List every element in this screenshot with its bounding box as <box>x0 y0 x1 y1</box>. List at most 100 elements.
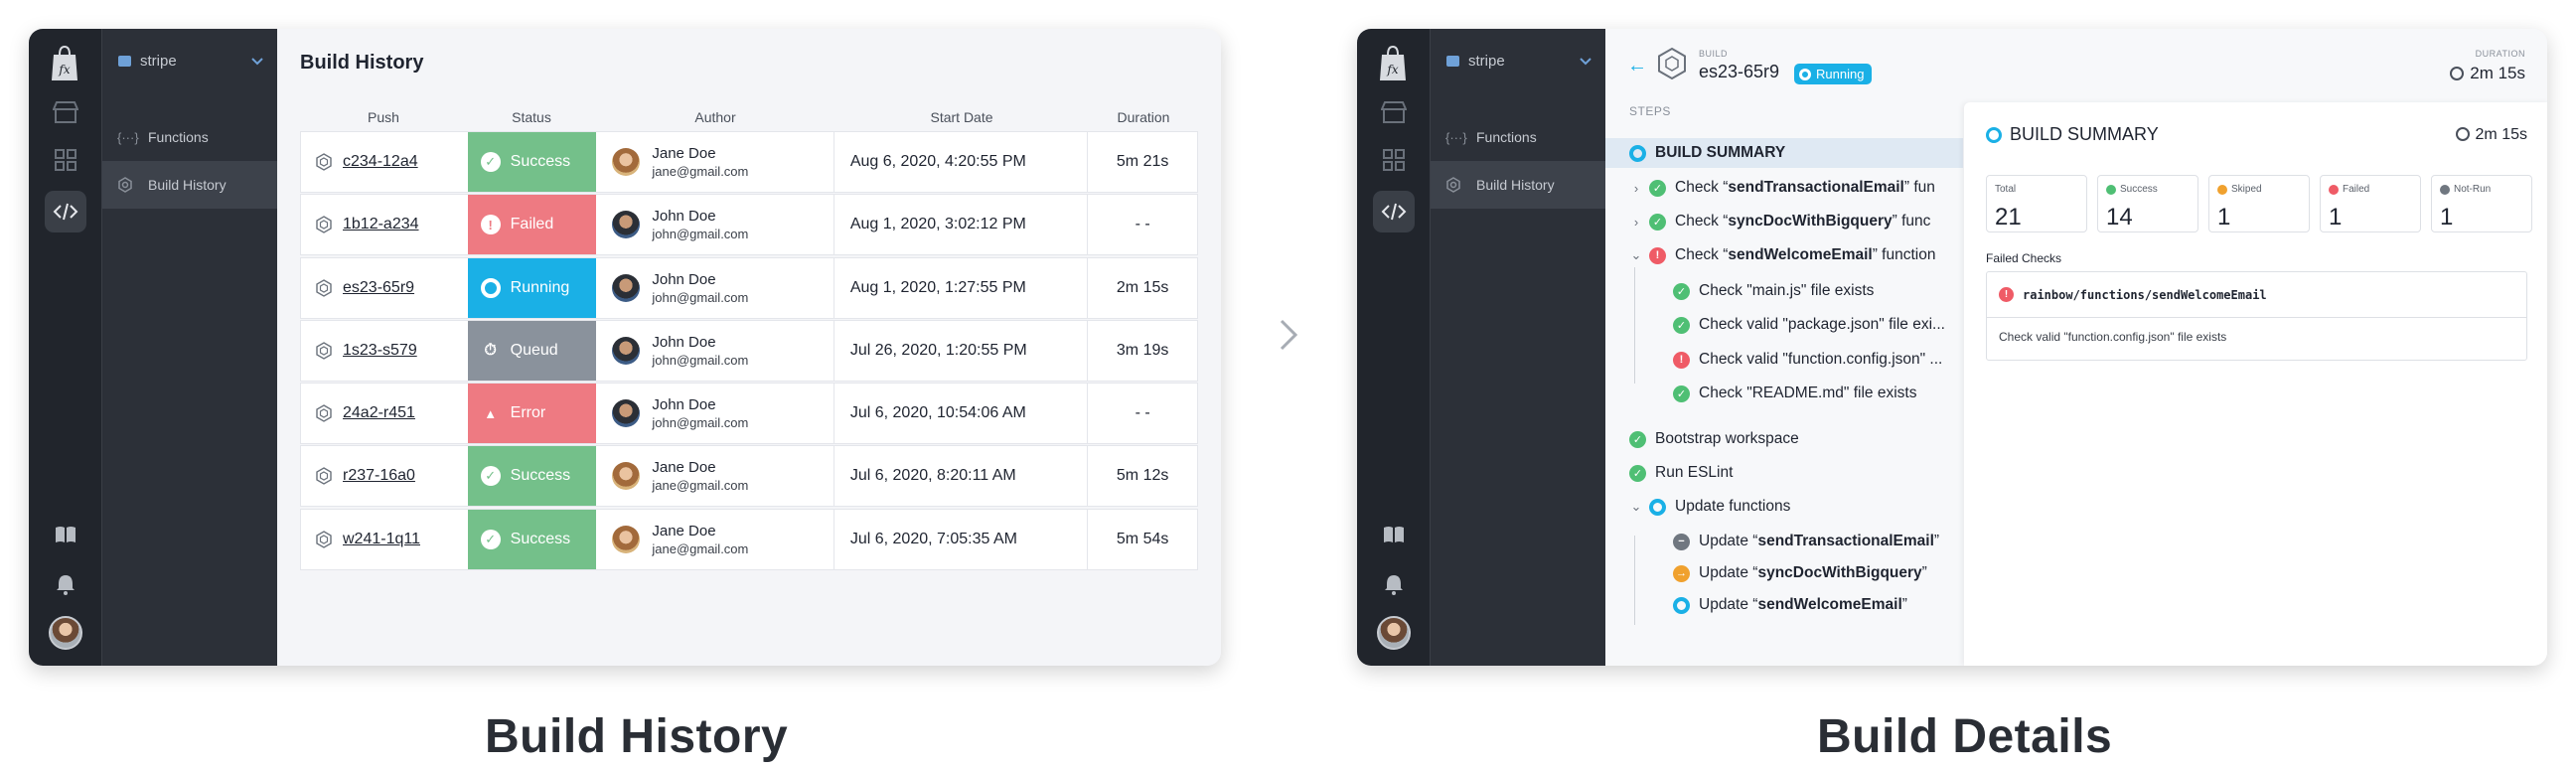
step-item[interactable]: ✓ Check "main.js" file exists <box>1605 276 1963 306</box>
author-cell: Jane Doe jane@gmail.com <box>596 509 834 569</box>
step-item[interactable]: ✓ Bootstrap workspace <box>1605 424 1963 454</box>
step-item[interactable]: ! Check valid "function.config.json" ... <box>1605 345 1963 375</box>
column-header[interactable]: Start Date <box>834 109 1089 125</box>
bell-icon[interactable] <box>51 569 80 599</box>
step-item[interactable]: ⌄ Update functions <box>1605 492 1963 522</box>
app-rail: fx <box>29 29 101 666</box>
start-date-cell: Jul 6, 2020, 8:20:11 AM <box>834 446 1089 507</box>
build-header: ← BUILD es23-65r9 Running DURATION 2m 15… <box>1605 29 2547 93</box>
table-row[interactable]: 1b12-a234! Failed John Doe john@gmail.com Au… <box>300 194 1198 256</box>
step-item[interactable]: › ✓ Check “sendTransactionalEmail” fun <box>1605 173 1963 203</box>
nav-build-history[interactable]: Build History <box>102 161 277 209</box>
project-selector[interactable]: stripe <box>118 51 263 71</box>
project-name: stripe <box>140 52 177 70</box>
book-icon[interactable] <box>51 520 80 549</box>
nav-build-history[interactable]: Build History <box>1431 161 1605 209</box>
user-avatar[interactable] <box>49 616 82 650</box>
code-icon[interactable] <box>45 191 86 232</box>
push-cell: c234-12a4 <box>301 132 468 192</box>
start-date-cell: Jul 6, 2020, 7:05:35 AM <box>834 509 1089 569</box>
duration-text: 2m 15s <box>2470 64 2525 82</box>
fx-bag-logo[interactable]: fx <box>50 43 79 82</box>
hexagon-build-icon <box>316 153 332 171</box>
avatar <box>612 336 641 365</box>
step-item[interactable]: BUILD SUMMARY <box>1605 138 1963 168</box>
step-label: Check "main.js" file exists <box>1699 282 1875 299</box>
fx-bag-logo[interactable]: fx <box>1378 43 1408 82</box>
svg-text:fx: fx <box>1386 63 1398 77</box>
push-cell: 1s23-s579 <box>301 321 468 381</box>
build-summary-panel: BUILD SUMMARY 2m 15s Total 21 Success 14 Ski… <box>1964 102 2547 666</box>
project-selector[interactable]: stripe <box>1446 51 1591 71</box>
step-item[interactable]: ✓ Run ESLint <box>1605 458 1963 488</box>
step-item[interactable]: Update “sendWelcomeEmail” <box>1605 590 1963 620</box>
book-icon[interactable] <box>1379 520 1409 549</box>
running-icon <box>1673 596 1690 614</box>
bell-icon[interactable] <box>1379 569 1409 599</box>
push-link[interactable]: 1b12-a234 <box>343 216 419 233</box>
push-link[interactable]: r237-16a0 <box>343 467 415 485</box>
apps-grid-icon[interactable] <box>51 145 80 175</box>
success-icon: ✓ <box>1649 179 1666 197</box>
code-icon[interactable] <box>1373 191 1415 232</box>
push-link[interactable]: 1s23-s579 <box>343 342 417 360</box>
nav-functions[interactable]: {···} Functions <box>102 113 277 161</box>
step-item[interactable]: → Update “syncDocWithBigquery” <box>1605 558 1963 588</box>
step-item[interactable]: ✓ Check valid "package.json" file exi... <box>1605 310 1963 340</box>
duration-cell: 5m 12s <box>1116 467 1169 485</box>
table-header: Push Status Author Start Date Duration <box>300 103 1198 131</box>
functions-icon: {···} <box>1445 129 1467 145</box>
table-row[interactable]: r237-16a0 ✓ Success Jane Doe jane@gmail.com J… <box>300 445 1198 508</box>
table-row[interactable]: w241-1q11 ✓ Success Jane Doe jane@gmail.com J… <box>300 508 1198 570</box>
table-row[interactable]: es23-65r9 Running John Doe john@gmail.com Au… <box>300 256 1198 319</box>
chevron-down-icon[interactable]: ⌄ <box>1629 499 1643 515</box>
hexagon-build-icon <box>316 530 332 548</box>
table-row[interactable]: 1s23-s579 ⏱ Queud John Doe john@gmail.com Jul… <box>300 319 1198 382</box>
steps-label: STEPS <box>1629 104 1671 118</box>
stat-label: Skiped <box>2217 184 2262 195</box>
step-label: Check valid "package.json" file exi... <box>1699 316 1945 333</box>
build-details-main: ← BUILD es23-65r9 Running DURATION 2m 15… <box>1605 29 2547 666</box>
column-header[interactable]: Duration <box>1089 109 1198 125</box>
stat-card: Not-Run 1 <box>2431 175 2532 232</box>
status-label: Queud <box>510 341 558 359</box>
push-link[interactable]: es23-65r9 <box>343 279 414 297</box>
column-header[interactable]: Push <box>300 109 467 125</box>
table-row[interactable]: c234-12a4 ✓ Success Jane Doe jane@gmail.com A… <box>300 131 1198 193</box>
step-item[interactable]: ⌄! Check “sendWelcomeEmail” function <box>1605 240 1963 270</box>
column-header[interactable]: Author <box>596 109 834 125</box>
failed-check-path: rainbow/functions/sendWelcomeEmail <box>2023 287 2267 302</box>
push-link[interactable]: 24a2-r451 <box>343 404 415 422</box>
status-label: Success <box>510 530 571 547</box>
summary-title-text: BUILD SUMMARY <box>2010 124 2159 144</box>
avatar <box>612 399 641 428</box>
user-avatar[interactable] <box>1377 616 1411 650</box>
chevron-right-icon[interactable]: › <box>1629 215 1643 230</box>
status-cell: ✓ Success <box>467 132 597 192</box>
store-icon[interactable] <box>1379 97 1409 127</box>
column-header[interactable]: Status <box>467 109 596 125</box>
table-row[interactable]: 24a2-r451 ▲ Error John Doe john@gmail.com Jul… <box>300 383 1198 445</box>
hexagon-build-icon <box>316 216 332 234</box>
step-item[interactable]: › ✓ Check “syncDocWithBigquery” func <box>1605 207 1963 236</box>
chevron-right-icon[interactable]: › <box>1629 181 1643 196</box>
status-label: Failed <box>510 216 554 233</box>
step-item[interactable]: − Update “sendTransactionalEmail” <box>1605 527 1963 556</box>
author-email: jane@gmail.com <box>652 164 749 179</box>
build-history-window: fx stripe {···} Functions Build History … <box>29 29 1221 666</box>
duration-cell: 5m 21s <box>1116 153 1169 170</box>
push-link[interactable]: w241-1q11 <box>343 531 420 548</box>
apps-grid-icon[interactable] <box>1379 145 1409 175</box>
push-link[interactable]: c234-12a4 <box>343 153 418 171</box>
failed-check-card[interactable]: ! rainbow/functions/sendWelcomeEmail Chec… <box>1986 271 2527 361</box>
step-item[interactable]: ✓ Check "README.md" file exists <box>1605 379 1963 408</box>
step-label: Update “syncDocWithBigquery” <box>1699 564 1927 581</box>
chevron-down-icon[interactable]: ⌄ <box>1629 247 1643 263</box>
chevron-right-icon <box>1280 319 1298 351</box>
success-icon: ✓ <box>480 152 501 172</box>
nav-functions[interactable]: {···} Functions <box>1431 113 1605 161</box>
project-name: stripe <box>1468 52 1505 70</box>
svg-text:fx: fx <box>58 63 70 77</box>
back-arrow-icon[interactable]: ← <box>1627 55 1647 77</box>
store-icon[interactable] <box>51 97 80 127</box>
